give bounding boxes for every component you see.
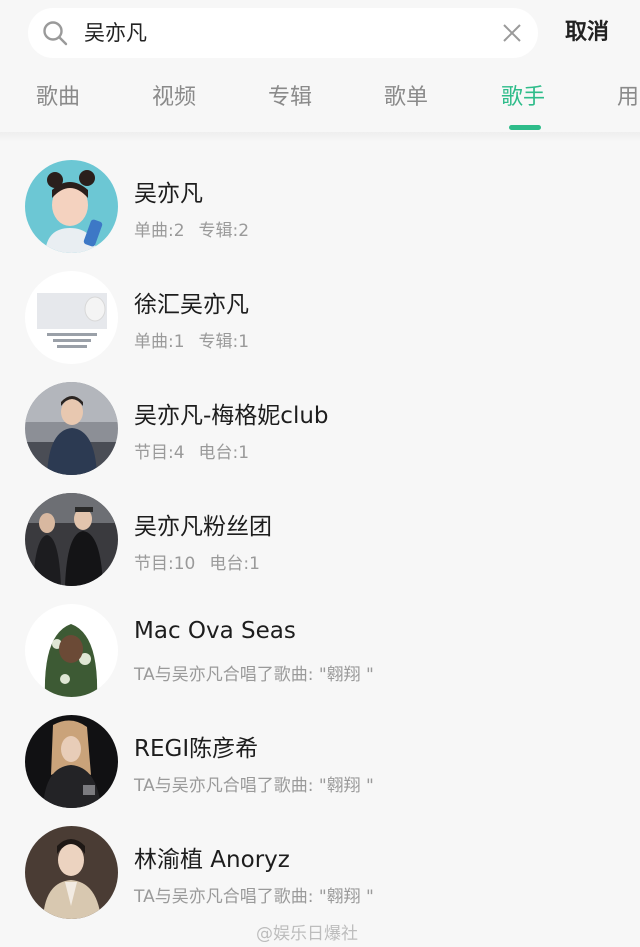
tab-artists[interactable]: 歌手 bbox=[501, 78, 545, 118]
tab-videos[interactable]: 视频 bbox=[152, 78, 196, 118]
artist-meta: TA与吴亦凡合唱了歌曲: "翱翔 " bbox=[134, 665, 374, 685]
avatar bbox=[25, 382, 118, 475]
search-icon bbox=[43, 21, 68, 46]
search-box[interactable]: 吴亦凡 bbox=[28, 8, 538, 58]
avatar bbox=[25, 715, 118, 808]
artist-name: 林渝植 Anoryz bbox=[134, 847, 290, 873]
list-item[interactable]: 林渝植 Anoryz TA与吴亦凡合唱了歌曲: "翱翔 " bbox=[0, 808, 640, 919]
list-item[interactable]: 吴亦凡 单曲:2 专辑:2 bbox=[0, 142, 640, 253]
artist-name: 吴亦凡-梅格妮club bbox=[134, 403, 329, 429]
avatar bbox=[25, 493, 118, 586]
list-item[interactable]: 吴亦凡-梅格妮club 节目:4 电台:1 bbox=[0, 364, 640, 475]
artist-meta: 单曲:1 专辑:1 bbox=[134, 332, 250, 352]
list-item[interactable]: REGI陈彦希 TA与吴亦凡合唱了歌曲: "翱翔 " bbox=[0, 697, 640, 808]
header-divider bbox=[0, 132, 640, 142]
artist-meta: TA与吴亦凡合唱了歌曲: "翱翔 " bbox=[134, 887, 374, 907]
watermark: @娱乐日爆社 bbox=[256, 924, 358, 944]
artist-name: REGI陈彦希 bbox=[134, 736, 259, 762]
tab-playlists[interactable]: 歌单 bbox=[384, 78, 428, 118]
artist-meta: 单曲:2 专辑:2 bbox=[134, 221, 250, 241]
clear-icon[interactable] bbox=[502, 23, 522, 43]
search-input[interactable]: 吴亦凡 bbox=[84, 8, 147, 58]
artist-meta: 节目:4 电台:1 bbox=[134, 443, 250, 463]
cancel-button[interactable]: 取消 bbox=[565, 8, 609, 58]
avatar bbox=[25, 604, 118, 697]
avatar bbox=[25, 826, 118, 919]
tab-users[interactable]: 用 bbox=[617, 78, 639, 118]
active-tab-indicator bbox=[509, 125, 541, 130]
list-item[interactable]: 吴亦凡粉丝团 节目:10 电台:1 bbox=[0, 475, 640, 586]
artist-meta: 节目:10 电台:1 bbox=[134, 554, 260, 574]
avatar bbox=[25, 160, 118, 253]
artist-name: Mac Ova Seas bbox=[134, 618, 296, 644]
avatar bbox=[25, 271, 118, 364]
list-item[interactable]: 徐汇吴亦凡 单曲:1 专辑:1 bbox=[0, 253, 640, 364]
artist-name: 徐汇吴亦凡 bbox=[134, 292, 249, 318]
list-item[interactable]: Mac Ova Seas TA与吴亦凡合唱了歌曲: "翱翔 " bbox=[0, 586, 640, 697]
tab-bar: 歌曲 视频 专辑 歌单 歌手 用 bbox=[0, 78, 640, 120]
tab-albums[interactable]: 专辑 bbox=[268, 78, 312, 118]
artist-name: 吴亦凡 bbox=[134, 181, 203, 207]
search-header: 吴亦凡 取消 歌曲 视频 专辑 歌单 歌手 用 bbox=[0, 0, 640, 132]
tab-songs[interactable]: 歌曲 bbox=[36, 78, 80, 118]
artist-name: 吴亦凡粉丝团 bbox=[134, 514, 272, 540]
artist-meta: TA与吴亦凡合唱了歌曲: "翱翔 " bbox=[134, 776, 374, 796]
